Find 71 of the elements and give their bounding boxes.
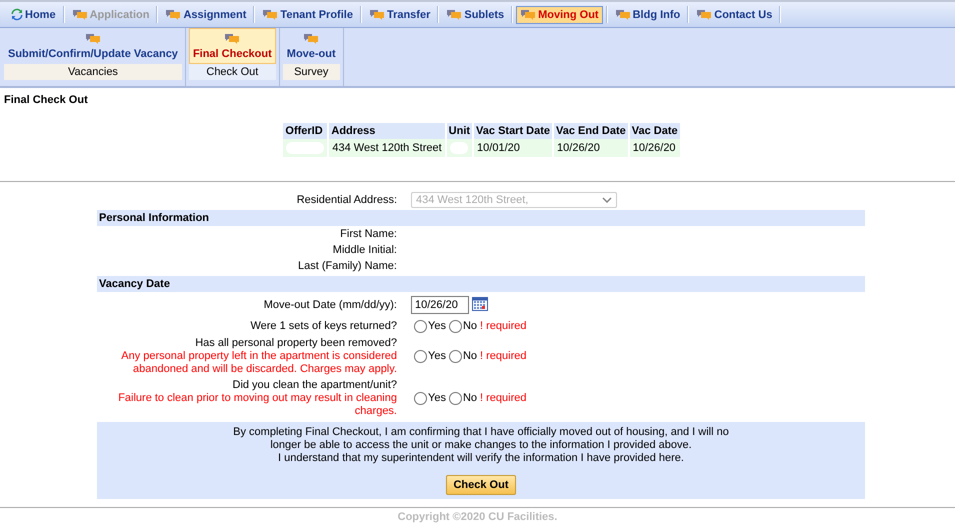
field-label: Last (Family) Name: [296,259,397,273]
chat-icon [614,8,631,20]
warning-text: Failure to clean prior to moving out may result in cleaning charges. [117,392,397,418]
chat-icon [520,8,536,20]
radio-label: No [462,319,478,333]
radio-button[interactable] [414,350,427,362]
page-title: Final Check Out [3,93,89,107]
radio-label: Yes [428,391,446,405]
copyright-text: Copyright ©2020 CU Facilities. [396,510,558,524]
column-header: Vac Start Date [474,123,552,139]
field-label: Residential Address: [296,193,397,207]
question-label: Has all personal property been removed? [194,336,397,350]
field-label: First Name: [339,227,397,241]
subnav-tab[interactable]: Final Checkout [188,28,276,64]
radio-label: No [462,391,478,405]
refresh-icon [11,8,23,21]
nav-tab[interactable]: Bldg Info [610,6,684,24]
field-label: Move-out Date (mm/dd/yy): [262,298,397,312]
chat-icon [165,8,182,20]
group-label: Survey [282,64,340,80]
radio-button[interactable] [414,320,427,332]
notice-text: I understand that my superintendent will verify the information I have provided here. [276,452,685,465]
radio-label: Yes [428,319,446,333]
nav-tab[interactable]: Moving Out [516,6,603,24]
radio-button[interactable] [448,350,462,362]
group-label: Vacancies [4,64,182,80]
date-field[interactable]: 10/26/20 [411,296,469,314]
chat-icon [446,8,462,20]
section-header: Vacancy Date [97,276,865,292]
nav-tab[interactable]: Transfer [364,6,434,24]
calendar-icon[interactable] [472,296,488,311]
table-cell: 434 West 120th Street [329,139,445,157]
radio-label: No [462,349,478,363]
required-text: ! required [480,319,526,333]
chat-icon [84,33,101,45]
nav-tab[interactable]: Assignment [161,6,250,24]
warning-text: Any personal property left in the apartment is considered abandoned and will be discarded. Charges may apply. [120,350,397,376]
subnav-tab[interactable]: Move-out [282,28,340,64]
chat-icon [368,8,385,20]
chat-icon [72,8,88,20]
column-header: Address [329,123,445,139]
required-text: ! required [480,349,526,363]
chat-icon [262,8,278,20]
notice-text: By completing Final Checkout, I am confirming that I have officially moved out of housing, and I will no longer be able to access the unit or make changes to the information I provided above. [232,426,730,452]
chat-icon [303,33,320,45]
required-text: ! required [480,391,526,405]
table-cell: 10/26/20 [554,139,628,157]
nav-tab[interactable]: Tenant Profile [258,6,357,24]
chat-icon [696,8,712,20]
nav-tab[interactable]: Home [7,6,60,24]
column-header: Vac Date [630,123,680,139]
column-header: OfferID [283,123,328,139]
chat-icon [224,33,240,45]
column-header: Unit [446,123,472,139]
table-cell: 10/26/20 [630,139,680,157]
radio-label: Yes [428,349,446,363]
radio-button[interactable] [448,392,462,404]
subnav-tab[interactable]: Submit/Confirm/Update Vacancy [4,28,182,64]
group-label: Check Out [188,64,276,80]
nav-tab[interactable]: Sublets [442,6,508,24]
nav-tab[interactable]: Contact Us [692,6,776,24]
chevron-icon [602,197,612,203]
table-cell: 10/01/20 [474,139,552,157]
column-header: Vac End Date [554,123,628,139]
check-out-button[interactable]: Check Out [446,475,516,495]
question-label: Did you clean the apartment/unit? [232,378,397,392]
radio-button[interactable] [414,392,427,404]
field-label: Middle Initial: [332,243,397,257]
question-label: Were 1 sets of keys returned? [249,319,397,333]
section-header: Personal Information [97,210,865,226]
radio-button[interactable] [448,320,462,332]
